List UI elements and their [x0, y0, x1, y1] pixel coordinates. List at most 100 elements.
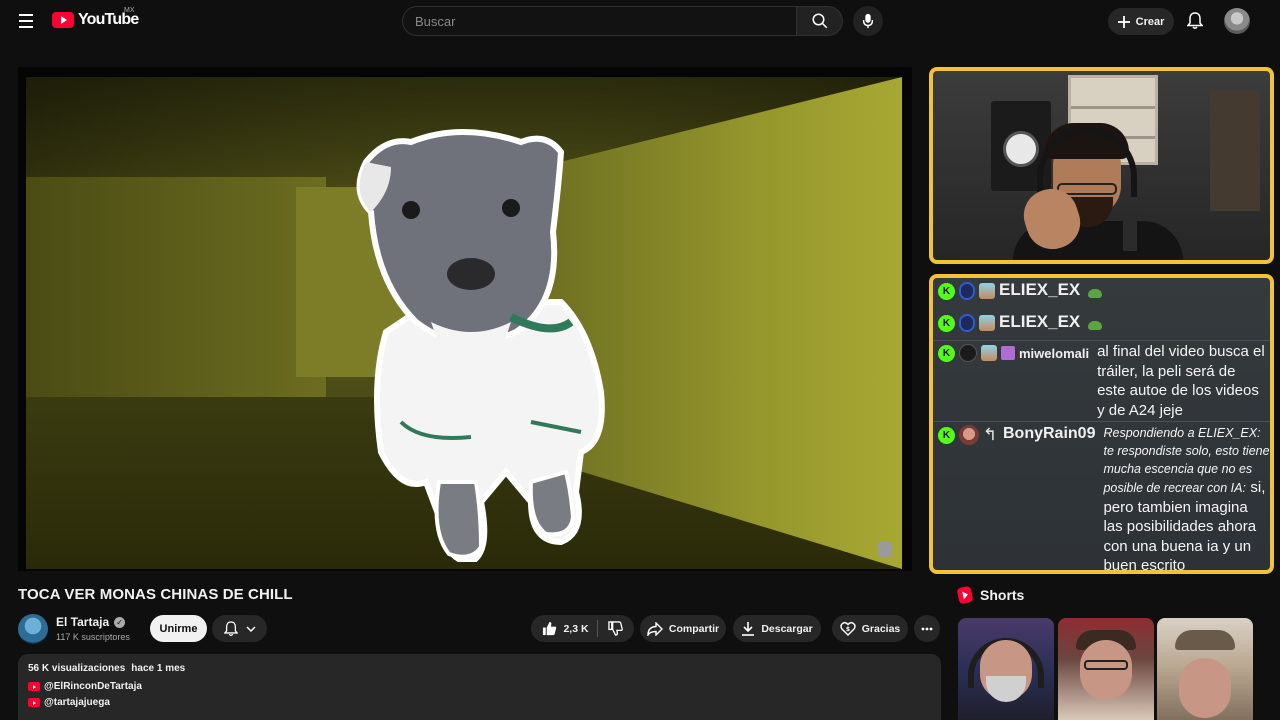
- youtube-icon: [28, 682, 40, 691]
- shield-badge-icon: [959, 282, 975, 300]
- chat-divider: [933, 340, 1270, 341]
- frog-emote-icon: [1088, 321, 1103, 330]
- background-poster-ball: [1003, 131, 1039, 167]
- description-box[interactable]: 56 K visualizaciones hace 1 mes @ElRinco…: [18, 654, 941, 720]
- short-thumbnail-face: [980, 640, 1032, 702]
- shorts-title: Shorts: [980, 587, 1025, 603]
- video-player[interactable]: [18, 67, 912, 571]
- description-link-text: @ElRinconDeTartaja: [44, 681, 142, 692]
- upload-date: hace 1 mes: [131, 663, 186, 674]
- search-button[interactable]: [796, 6, 843, 36]
- shorts-header: Shorts: [956, 585, 1025, 605]
- verified-check-icon: ✓: [114, 616, 126, 628]
- description-link-text: @tartajajuega: [44, 697, 110, 708]
- like-button[interactable]: 2,3 K: [542, 620, 598, 637]
- video-title: TOCA VER MONAS CHINAS DE CHILL: [18, 586, 293, 603]
- search-box: [402, 6, 797, 36]
- chat-message-body: Respondiendo a ELIEX_EX: te respondiste …: [1103, 424, 1270, 570]
- thanks-button[interactable]: $ Gracias: [832, 615, 908, 642]
- chat-username: ELIEX_EX: [999, 280, 1081, 299]
- user-avatar-icon: [959, 344, 977, 362]
- chat-reply-context: Respondiendo a ELIEX_EX: te respondiste …: [1103, 426, 1270, 495]
- description-link[interactable]: @ElRinconDeTartaja: [28, 681, 931, 692]
- bell-icon: [1187, 12, 1203, 29]
- short-thumbnail-face: [1179, 658, 1231, 718]
- chat-divider: [933, 421, 1270, 422]
- thumbs-up-icon: [543, 621, 557, 636]
- chat-badges: K ↰: [933, 424, 999, 446]
- thanks-label: Gracias: [861, 622, 901, 635]
- country-code: MX: [124, 7, 135, 14]
- chevron-down-icon: [245, 625, 256, 632]
- svg-text:$: $: [846, 626, 850, 633]
- short-thumbnail-face: [1080, 640, 1132, 700]
- plus-icon: [1117, 15, 1130, 28]
- chat-message: K ELIEX_EX: [933, 312, 1270, 334]
- channel-watermark-icon: [878, 541, 892, 557]
- scene-wall-left: [26, 177, 326, 407]
- short-thumbnail-glasses: [1084, 660, 1128, 670]
- download-icon: [742, 622, 755, 636]
- short-thumbnail[interactable]: [958, 618, 1054, 720]
- more-horizontal-icon: [921, 627, 933, 630]
- chat-badges: K: [933, 280, 995, 302]
- chat-username: ELIEX_EX: [999, 312, 1081, 331]
- chat-username: miwelomali: [1019, 346, 1090, 361]
- search-icon: [812, 13, 827, 29]
- share-icon: [647, 621, 663, 636]
- frog-emote-icon: [1088, 289, 1103, 298]
- chat-message: K ↰ BonyRain09 Respondiendo a ELIEX_EX: …: [933, 424, 1270, 570]
- subscriber-badge-icon: [981, 345, 997, 361]
- share-button[interactable]: Compartir: [640, 615, 726, 642]
- short-thumbnail[interactable]: [1157, 618, 1253, 720]
- subscription-notifications-button[interactable]: [212, 615, 267, 642]
- more-actions-button[interactable]: [914, 615, 940, 642]
- short-thumbnail[interactable]: [1058, 618, 1154, 720]
- thumbs-down-icon: [607, 621, 623, 636]
- description-meta: 56 K visualizaciones hace 1 mes: [28, 663, 931, 674]
- bell-icon: [223, 620, 238, 636]
- view-count: 56 K visualizaciones: [28, 663, 126, 674]
- microphone-stand: [1123, 211, 1137, 251]
- shield-badge-icon: [959, 314, 975, 332]
- microphone-icon: [862, 13, 874, 29]
- channel-name[interactable]: El Tartaja ✓: [56, 615, 126, 629]
- youtube-logo[interactable]: YouTube MX: [52, 7, 139, 29]
- masthead: YouTube MX Crear: [0, 0, 1280, 42]
- short-thumbnail-hair: [1175, 630, 1235, 650]
- kick-icon: K: [938, 426, 955, 444]
- streamer-webcam-overlay: [929, 67, 1274, 264]
- channel-name-text: El Tartaja: [56, 615, 110, 629]
- search-input[interactable]: [415, 13, 796, 29]
- kick-icon: K: [938, 282, 955, 300]
- chat-username: BonyRain09: [1003, 425, 1096, 442]
- dislike-button[interactable]: [604, 621, 623, 636]
- download-label: Descargar: [761, 622, 813, 635]
- menu-icon[interactable]: [15, 10, 39, 32]
- create-button[interactable]: Crear: [1108, 8, 1174, 35]
- user-avatar-icon: [959, 425, 979, 445]
- download-button[interactable]: Descargar: [733, 615, 821, 642]
- voice-search-button[interactable]: [853, 6, 883, 36]
- chat-message-text: al final del video busca el tráiler, la …: [1097, 343, 1265, 419]
- like-count: 2,3 K: [563, 622, 589, 635]
- like-dislike-group: 2,3 K: [531, 615, 634, 642]
- join-button[interactable]: Unirme: [150, 615, 207, 642]
- stream-chat-overlay: K ELIEX_EX K ELIEX_EX K miwelomali al fi…: [929, 274, 1274, 574]
- notifications-button[interactable]: [1183, 8, 1207, 34]
- subscriber-badge-icon: [979, 315, 995, 331]
- channel-avatar[interactable]: [18, 614, 48, 644]
- kick-icon: K: [938, 314, 955, 332]
- create-label: Crear: [1135, 15, 1165, 28]
- heart-dollar-icon: $: [840, 621, 856, 636]
- chat-badges: K: [933, 342, 1015, 364]
- subscriber-count: 117 K suscriptores: [56, 632, 130, 642]
- account-avatar[interactable]: [1224, 8, 1250, 34]
- background-shelf-right: [1210, 91, 1260, 211]
- chat-message: K ELIEX_EX: [933, 280, 1270, 302]
- kick-icon: K: [938, 344, 955, 362]
- reply-arrow-icon: ↰: [983, 425, 998, 444]
- description-link[interactable]: @tartajajuega: [28, 697, 931, 708]
- share-label: Compartir: [668, 622, 720, 635]
- video-frame: [26, 77, 902, 569]
